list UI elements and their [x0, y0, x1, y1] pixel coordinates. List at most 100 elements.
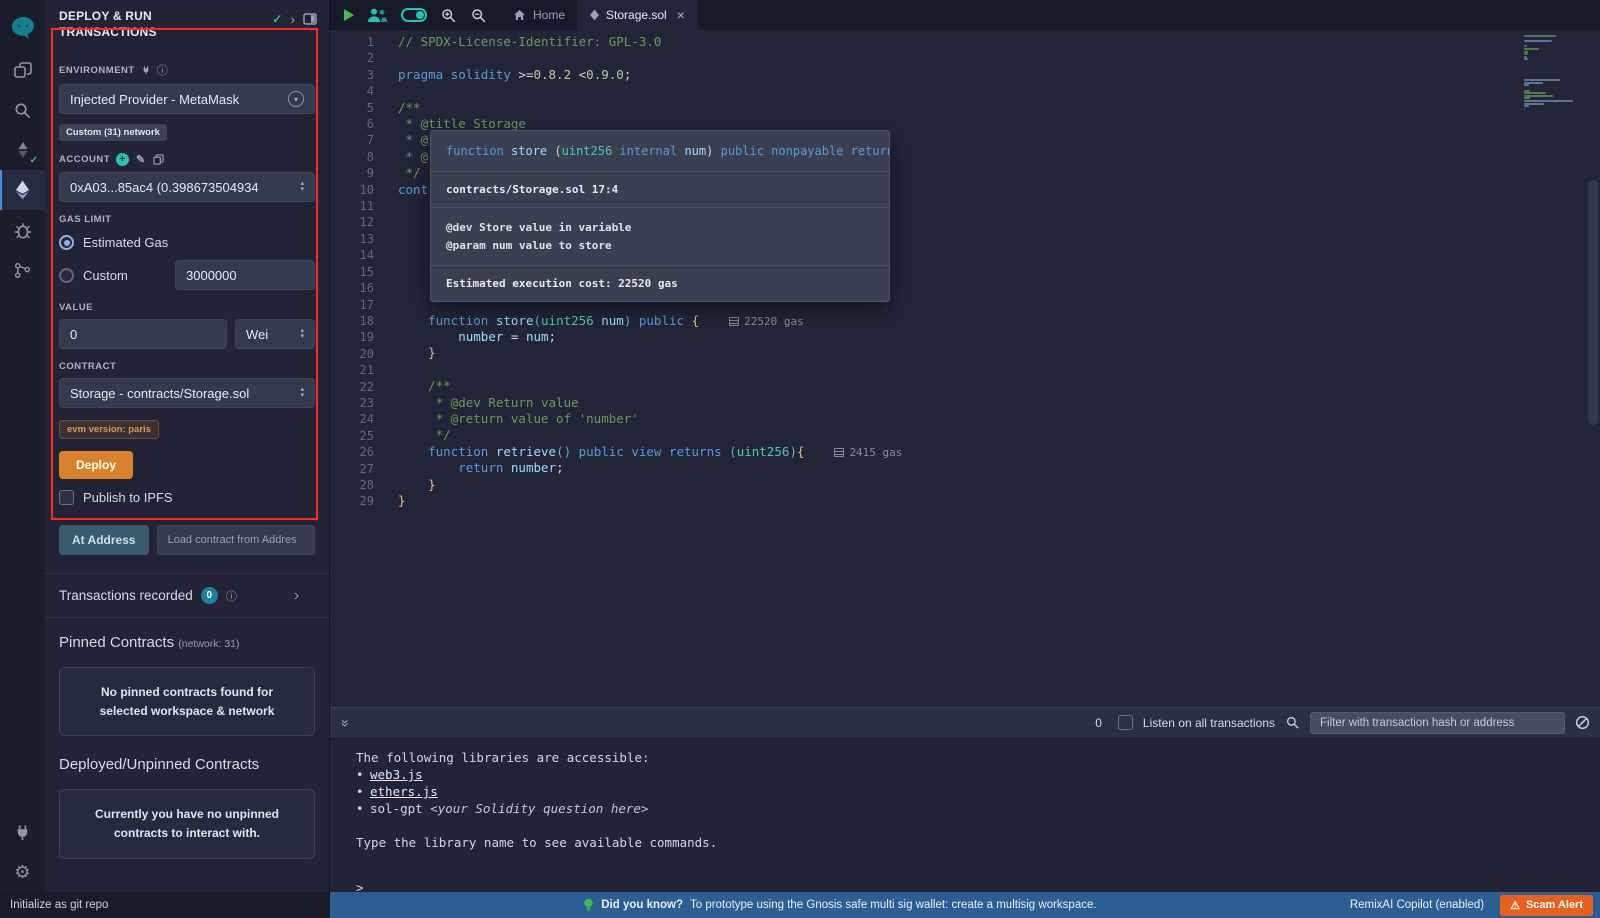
- copilot-status[interactable]: RemixAI Copilot (enabled): [1350, 899, 1484, 911]
- minimap-line: [1524, 108, 1525, 110]
- collaborate-icon[interactable]: [367, 7, 388, 23]
- value-input[interactable]: [59, 319, 227, 349]
- git-icon[interactable]: [0, 250, 45, 290]
- scam-alert-label: Scam Alert: [1526, 899, 1583, 911]
- run-script-icon[interactable]: [344, 9, 354, 21]
- git-init-status[interactable]: Initialize as git repo: [0, 892, 330, 918]
- deployed-empty-message: Currently you have no unpinned contracts…: [59, 789, 315, 858]
- minimap-line: [1524, 58, 1528, 60]
- add-account-icon[interactable]: +: [116, 153, 129, 166]
- line-number: 6: [330, 116, 374, 132]
- editor-scrollbar[interactable]: [1586, 30, 1600, 707]
- tip-bold: Did you know?: [601, 899, 683, 911]
- value-unit-select[interactable]: Wei ▴▾: [235, 319, 315, 349]
- listen-all-checkbox[interactable]: [1118, 715, 1133, 730]
- pinned-network-subtitle: (network: 31): [178, 638, 239, 650]
- collapse-terminal-icon[interactable]: »: [338, 719, 354, 727]
- unit-stepper-icon: ▴▾: [300, 328, 304, 340]
- scam-alert-button[interactable]: ⚠ Scam Alert: [1500, 895, 1593, 916]
- deploy-run-panel: DEPLOY & RUN TRANSACTIONS ✓ › ENVIRONMEN…: [45, 0, 330, 892]
- toggle-icon[interactable]: [401, 8, 427, 22]
- did-you-know-tip: Did you know? To prototype using the Gno…: [330, 892, 1350, 918]
- terminal-filter-input[interactable]: [1310, 712, 1565, 734]
- line-number: 5: [330, 100, 374, 116]
- estimated-gas-option[interactable]: Estimated Gas: [59, 235, 315, 250]
- minimap[interactable]: [1522, 33, 1582, 143]
- line-number: 16: [330, 280, 374, 296]
- code-line: function retrieve() public view returns …: [398, 444, 1600, 460]
- plugin-manager-icon[interactable]: [0, 812, 45, 852]
- custom-gas-option[interactable]: Custom: [59, 260, 315, 290]
- settings-gear-icon[interactable]: ⚙: [0, 852, 45, 892]
- tooltip-doc-dev: @dev Store value in variable: [446, 219, 874, 237]
- line-number: 3: [330, 67, 374, 83]
- line-number: 17: [330, 297, 374, 313]
- deploy-form: ENVIRONMENT ⓘ Injected Provider - MetaMa…: [45, 40, 329, 555]
- publish-ipfs-row[interactable]: Publish to IPFS: [59, 490, 315, 505]
- at-address-input[interactable]: [157, 525, 315, 555]
- line-number: 10: [330, 182, 374, 198]
- transactions-recorded-row[interactable]: Transactions recorded 0 ⓘ ›: [45, 573, 329, 618]
- zoom-out-icon[interactable]: [470, 7, 487, 24]
- terminal-search-icon[interactable]: [1285, 715, 1300, 730]
- clear-console-icon[interactable]: [1575, 715, 1590, 730]
- transactions-expand-icon[interactable]: ›: [294, 587, 299, 604]
- environment-info-icon[interactable]: ⓘ: [157, 62, 169, 78]
- panel-title: DEPLOY & RUN TRANSACTIONS: [59, 9, 157, 40]
- web3-link[interactable]: web3.js: [370, 767, 423, 782]
- line-number: 24: [330, 411, 374, 427]
- at-address-button[interactable]: At Address: [59, 525, 149, 555]
- warning-icon: ⚠: [1510, 899, 1520, 912]
- gas-icon: [729, 317, 739, 326]
- minimap-line: [1524, 100, 1573, 102]
- estimated-gas-radio[interactable]: [59, 235, 74, 250]
- copy-account-icon[interactable]: [153, 154, 164, 165]
- minimap-line: [1524, 40, 1552, 42]
- publish-ipfs-checkbox[interactable]: [59, 490, 74, 505]
- terminal[interactable]: The following libraries are accessible: …: [330, 737, 1600, 892]
- plug-icon[interactable]: [141, 65, 151, 75]
- deploy-button[interactable]: Deploy: [59, 451, 133, 479]
- code-editor[interactable]: 1234567891011121314151617181920212223242…: [330, 30, 1600, 707]
- scrollbar-thumb[interactable]: [1588, 180, 1598, 425]
- panel-header: DEPLOY & RUN TRANSACTIONS ✓ ›: [45, 0, 329, 40]
- custom-gas-radio[interactable]: [59, 268, 74, 283]
- code-line: }: [398, 345, 1600, 361]
- gas-estimate: 22520 gas: [729, 315, 804, 328]
- close-tab-icon[interactable]: ×: [677, 7, 685, 23]
- deploy-run-icon[interactable]: [0, 170, 45, 210]
- remix-logo-icon[interactable]: [0, 6, 45, 50]
- value-label: VALUE: [59, 302, 315, 313]
- workspace-icon[interactable]: [0, 50, 45, 90]
- custom-gas-input[interactable]: [175, 260, 315, 290]
- transactions-recorded-label: Transactions recorded: [59, 588, 193, 603]
- evm-version-badge: evm version: paris: [59, 420, 159, 439]
- minimap-line: [1524, 35, 1556, 37]
- account-select[interactable]: 0xA03...85ac4 (0.398673504934 ▴▾: [59, 172, 315, 202]
- bullet: •: [356, 783, 370, 800]
- main-area: Home Storage.sol × 123456789101112131415…: [330, 0, 1600, 892]
- tab-storage-sol[interactable]: Storage.sol ×: [578, 0, 698, 30]
- contract-select[interactable]: Storage - contracts/Storage.sol ▴▾: [59, 378, 315, 408]
- panel-title-line1: DEPLOY & RUN: [59, 9, 152, 23]
- line-number: 20: [330, 346, 374, 362]
- solidity-compiler-icon[interactable]: ✓: [0, 130, 45, 170]
- search-icon[interactable]: [0, 90, 45, 130]
- zoom-in-icon[interactable]: [440, 7, 457, 24]
- tip-text: To prototype using the Gnosis safe multi…: [690, 899, 1097, 911]
- pin-panel-icon[interactable]: [303, 13, 317, 25]
- transactions-count-badge: 0: [201, 587, 218, 604]
- terminal-tx-count: 0: [1095, 716, 1102, 730]
- code-line: [398, 50, 1600, 66]
- panel-chevron-icon[interactable]: ›: [290, 11, 295, 27]
- ethers-link[interactable]: ethers.js: [370, 784, 438, 799]
- contract-value: Storage - contracts/Storage.sol: [70, 386, 249, 401]
- edit-account-icon[interactable]: ✎: [136, 153, 146, 166]
- debugger-icon[interactable]: [0, 210, 45, 250]
- minimap-line: [1524, 84, 1529, 86]
- environment-select[interactable]: Injected Provider - MetaMask ▾: [59, 84, 315, 114]
- transactions-info-icon[interactable]: ⓘ: [226, 588, 237, 604]
- tab-home[interactable]: Home: [501, 0, 578, 30]
- tab-home-label: Home: [533, 8, 565, 22]
- line-number: 26: [330, 444, 374, 460]
